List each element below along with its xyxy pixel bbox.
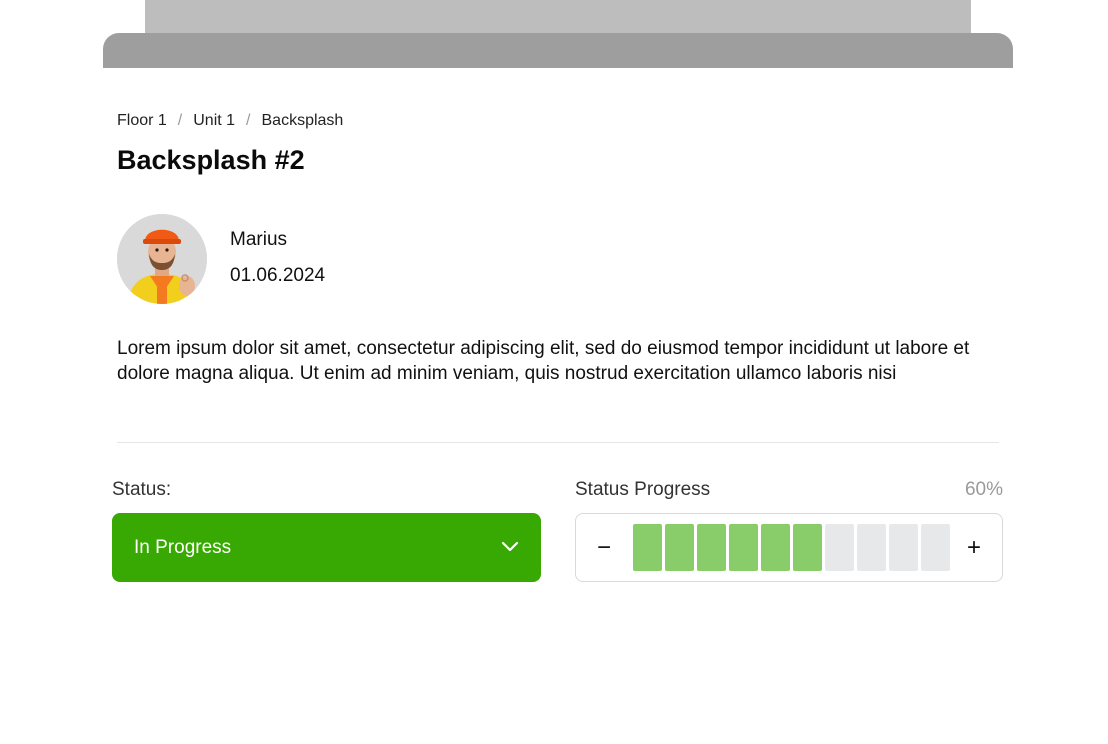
status-label: Status: <box>112 479 172 500</box>
page-title: Backsplash #2 <box>117 145 305 175</box>
progress-segment-filled <box>761 524 790 571</box>
divider <box>117 442 999 443</box>
breadcrumb-item-floor[interactable]: Floor 1 <box>117 112 167 130</box>
progress-segments <box>633 524 950 571</box>
progress-segment-filled <box>633 524 662 571</box>
progress-segment-filled <box>793 524 822 571</box>
progress-segment-empty <box>825 524 854 571</box>
task-description: Lorem ipsum dolor sit amet, consectetur … <box>117 338 970 384</box>
breadcrumb-separator: / <box>246 112 251 129</box>
progress-stepper: − + <box>575 513 1003 582</box>
progress-label: Status Progress <box>575 479 711 500</box>
progress-segment-filled <box>697 524 726 571</box>
author-date: 01.06.2024 <box>230 265 326 286</box>
progress-segment-filled <box>729 524 758 571</box>
progress-segment-empty <box>857 524 886 571</box>
status-dropdown-value: In Progress <box>134 536 232 558</box>
status-dropdown[interactable]: In Progress <box>112 513 541 582</box>
author-name: Marius <box>230 229 288 250</box>
breadcrumb: Floor 1 / Unit 1 / Backsplash <box>117 112 343 130</box>
stacked-card-middle <box>103 33 1013 68</box>
increase-progress-button[interactable]: + <box>946 514 1002 581</box>
progress-segment-filled <box>665 524 694 571</box>
avatar <box>117 214 207 304</box>
breadcrumb-separator: / <box>177 112 183 129</box>
breadcrumb-item-unit[interactable]: Unit 1 <box>193 112 235 130</box>
task-detail-card: Floor 1 / Unit 1 / Backsplash Backsplash… <box>103 68 1013 744</box>
progress-percent: 60% <box>964 479 1003 500</box>
breadcrumb-item-current: Backsplash <box>261 112 344 129</box>
chevron-down-icon <box>501 539 519 557</box>
progress-segment-empty <box>889 524 918 571</box>
worker-avatar-icon <box>117 214 207 304</box>
decrease-progress-button[interactable]: − <box>576 514 632 581</box>
